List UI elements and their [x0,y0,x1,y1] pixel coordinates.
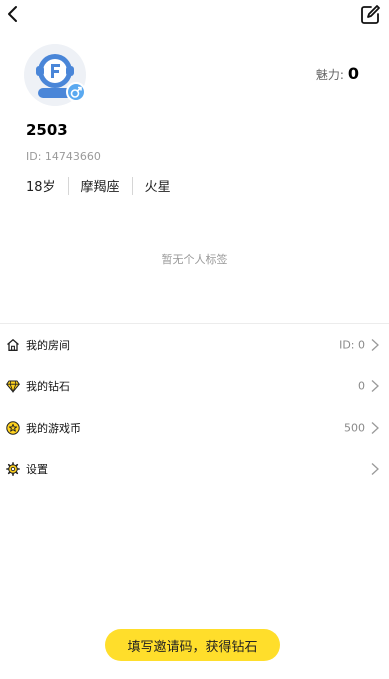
menu-item-value: ID: 0 [339,338,365,352]
menu-item-value: 500 [344,421,365,435]
menu-item-my-room[interactable]: 我的房间 ID: 0 [0,324,389,366]
edit-icon [361,5,380,24]
tag-zodiac: 摩羯座 [80,180,120,195]
tag-planet: 火星 [144,180,171,195]
menu-item-label: 我的钻石 [26,380,70,394]
invite-code-button[interactable]: 填写邀请码，获得钻石 [105,629,280,661]
tag-age: 18岁 [26,180,56,195]
edit-profile-button[interactable] [359,4,381,26]
menu-item-value: 0 [358,379,365,393]
male-icon [70,86,82,98]
tag-divider [131,176,133,195]
top-bar [0,0,389,30]
back-button[interactable] [4,4,24,24]
chevron-right-icon [371,338,379,351]
menu-item-my-diamonds[interactable]: 我的钻石 0 [0,366,389,408]
menu-item-label: 设置 [26,463,48,477]
chevron-right-icon [371,421,379,434]
no-personal-tags-text: 暂无个人标签 [161,253,228,266]
chevron-right-icon [371,463,379,476]
menu-item-label: 我的房间 [26,338,70,352]
chevron-right-icon [371,380,379,393]
user-id: ID: 14743660 [26,150,101,163]
profile-menu: 我的房间 ID: 0 我的钻石 0 我的游戏币 500 设置 [0,324,389,490]
star-coin-icon [6,421,20,435]
charm-value: 0 [347,64,359,83]
home-icon [7,338,19,351]
diamond-icon [6,380,20,394]
profile-tags: 18岁 摩羯座 火星 [26,176,171,195]
menu-item-my-game-coins[interactable]: 我的游戏币 500 [0,407,389,449]
charm-label: 魅力: [315,68,344,82]
gender-badge [66,82,86,102]
menu-item-label: 我的游戏币 [26,421,81,435]
nickname: 2503 [26,121,68,139]
gear-icon [6,462,20,477]
menu-item-settings[interactable]: 设置 [0,449,389,491]
chevron-left-icon [8,6,17,22]
tag-divider [67,176,69,195]
charm-display: 魅力: 0 [316,64,359,83]
